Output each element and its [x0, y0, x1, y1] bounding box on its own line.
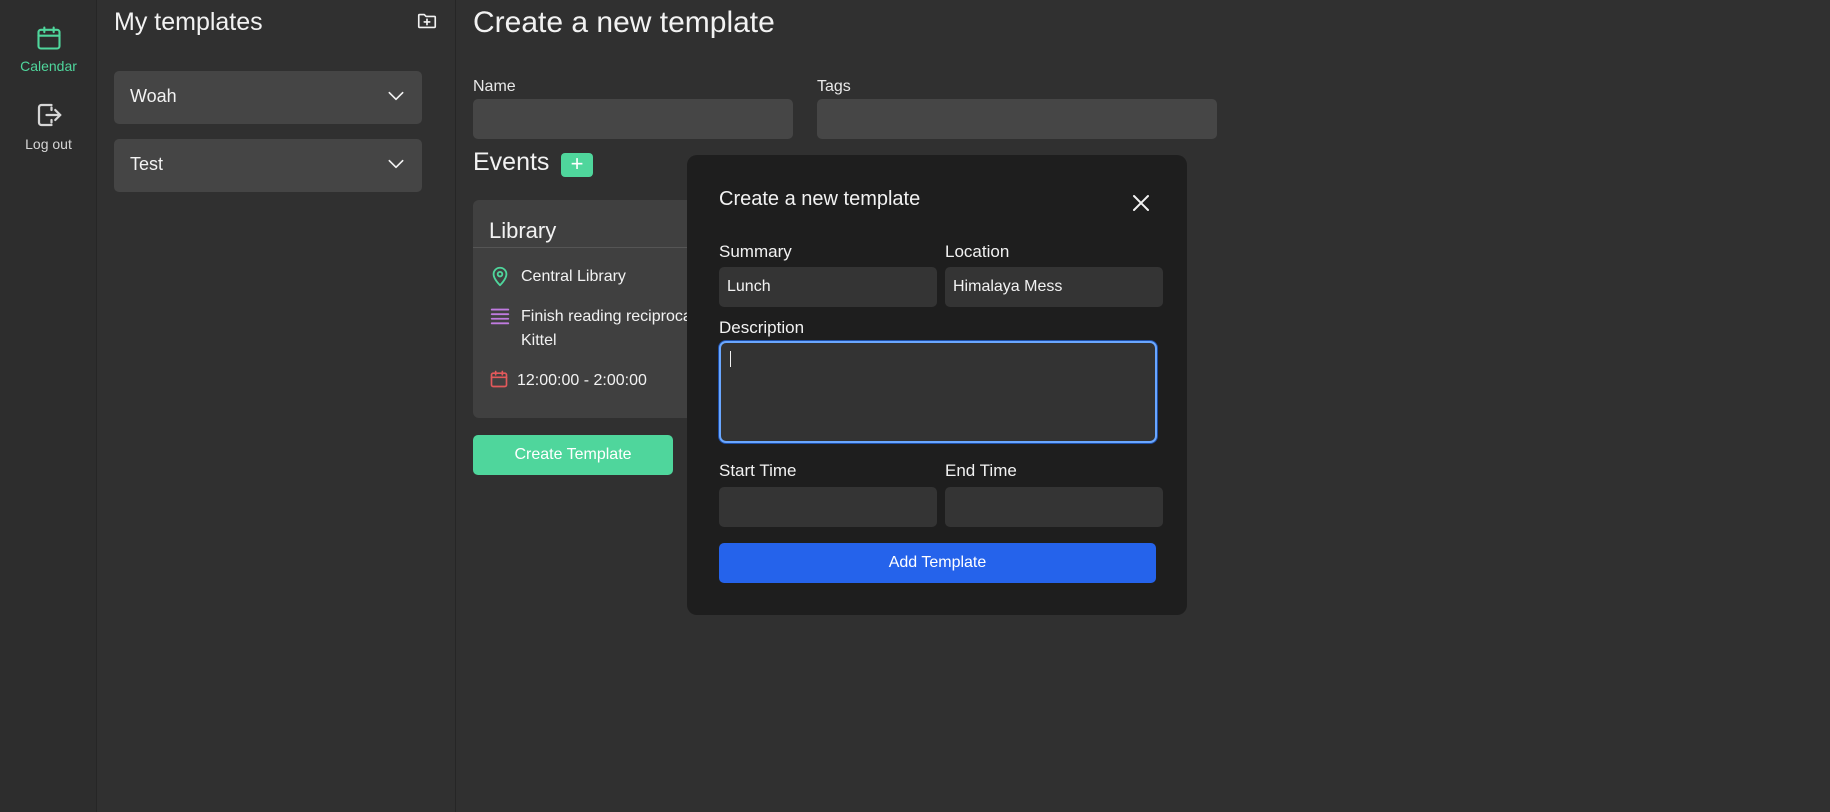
- summary-label: Summary: [719, 242, 792, 261]
- event-time-text: 12:00:00 - 2:00:00: [517, 372, 647, 389]
- nav-calendar[interactable]: Calendar: [0, 24, 97, 74]
- location-label: Location: [945, 242, 1010, 261]
- name-label: Name: [473, 78, 516, 95]
- event-description-line1: Finish reading reciproca: [521, 308, 692, 325]
- chevron-down-icon: [388, 159, 404, 169]
- template-item[interactable]: Woah: [114, 71, 422, 124]
- nav-calendar-label: Calendar: [20, 58, 77, 74]
- tags-label: Tags: [817, 78, 851, 95]
- template-item-label: Test: [130, 154, 164, 174]
- add-template-button[interactable]: Add Template: [719, 543, 1156, 583]
- tags-input[interactable]: [817, 99, 1217, 139]
- event-card-divider: [473, 247, 693, 248]
- event-card[interactable]: Library Central Library Finish reading r…: [473, 200, 693, 418]
- calendar-icon: [490, 370, 508, 388]
- add-event-button[interactable]: +: [561, 153, 593, 177]
- calendar-icon: [36, 26, 61, 50]
- templates-panel: My templates Woah Test: [98, 0, 456, 812]
- nav-logout-label: Log out: [25, 136, 72, 152]
- end-time-label: End Time: [945, 461, 1017, 480]
- start-time-label: Start Time: [719, 461, 797, 480]
- events-heading: Events: [473, 148, 550, 176]
- nav-rail: Calendar Log out: [0, 0, 97, 812]
- event-location-text: Central Library: [521, 268, 626, 285]
- text-caret: [730, 351, 731, 367]
- template-item-label: Woah: [130, 86, 177, 106]
- close-icon: [1133, 195, 1149, 211]
- name-input[interactable]: [473, 99, 793, 139]
- close-button[interactable]: [1131, 193, 1151, 213]
- create-template-modal: Create a new template Summary Location D…: [687, 155, 1187, 615]
- description-label: Description: [719, 318, 805, 337]
- templates-title: My templates: [114, 8, 263, 36]
- logout-icon: [37, 103, 61, 127]
- end-time-input[interactable]: [945, 487, 1163, 527]
- event-card-title: Library: [489, 218, 557, 243]
- add-folder-button[interactable]: [416, 10, 440, 34]
- template-item[interactable]: Test: [114, 139, 422, 192]
- nav-logout[interactable]: Log out: [0, 100, 97, 152]
- location-input[interactable]: [945, 267, 1163, 307]
- chevron-down-icon: [388, 91, 404, 101]
- summary-input[interactable]: [719, 267, 937, 307]
- event-description-line2: Kittel: [521, 332, 557, 349]
- folder-plus-icon: [417, 13, 437, 29]
- page-title: Create a new template: [473, 6, 775, 39]
- start-time-input[interactable]: [719, 487, 937, 527]
- create-template-button[interactable]: Create Template: [473, 435, 673, 475]
- modal-title: Create a new template: [719, 188, 921, 210]
- text-lines-icon: [490, 308, 510, 325]
- description-textarea[interactable]: [719, 341, 1157, 443]
- location-pin-icon: [492, 266, 508, 287]
